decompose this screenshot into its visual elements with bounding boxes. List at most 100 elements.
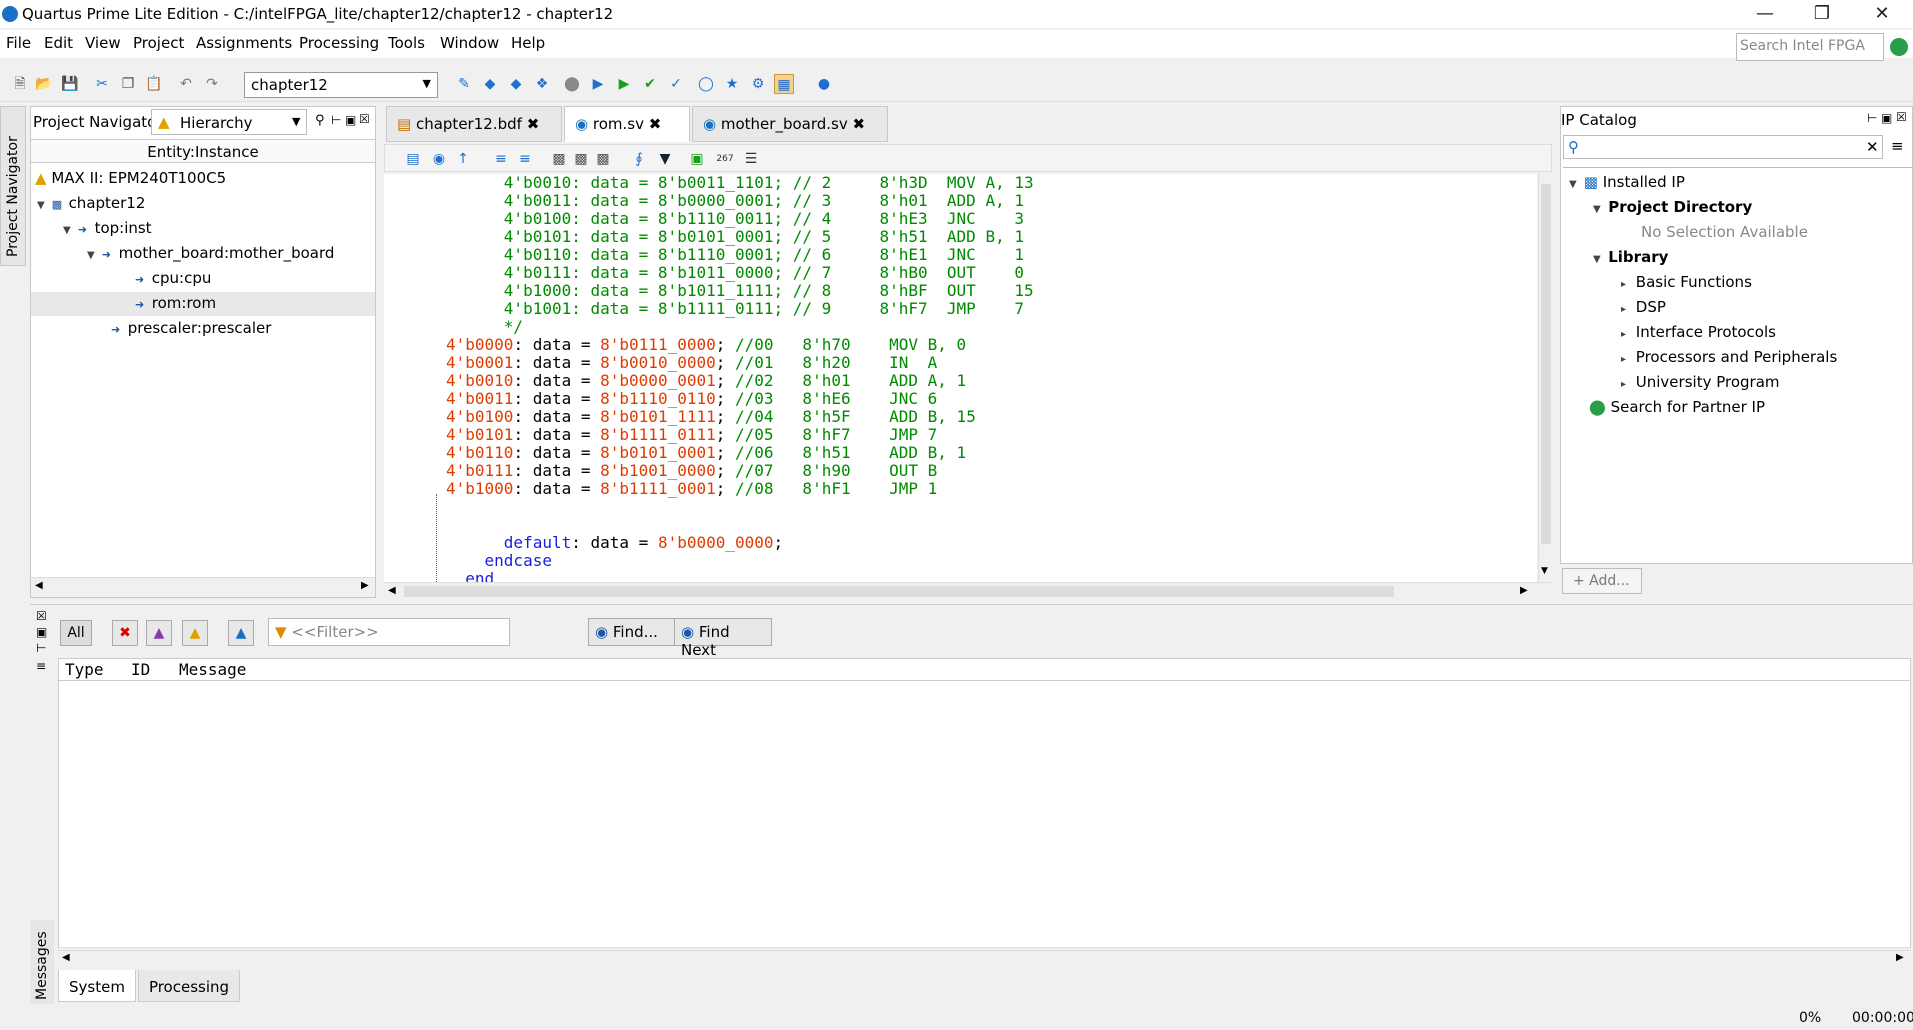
clear-search-icon[interactable]: ✕ xyxy=(1866,138,1879,156)
rtl-viewer-icon[interactable]: ★ xyxy=(722,74,742,94)
timing-analyzer-icon[interactable]: ◯ xyxy=(696,74,716,94)
messages-horizontal-scrollbar[interactable]: ◀ ▶ xyxy=(58,950,1911,966)
ip-search-input[interactable]: ⚲ ✕ xyxy=(1563,135,1883,159)
pin-icon[interactable]: ⊢ xyxy=(36,641,46,655)
find-button[interactable]: ◉ Find... xyxy=(588,618,684,646)
nav-horizontal-scrollbar[interactable]: ◀ ▶ xyxy=(31,577,375,597)
elaboration-icon[interactable]: ◆ xyxy=(506,74,526,94)
find-next-button[interactable]: ◉ Find Next xyxy=(674,618,772,659)
tab-processing[interactable]: Processing xyxy=(138,970,240,1002)
open-icon[interactable]: 📂 xyxy=(34,74,54,94)
save-icon[interactable]: 💾 xyxy=(60,74,80,94)
close-pane-icon[interactable]: ☒ xyxy=(359,112,370,126)
filter-critical-warning-icon[interactable]: ▲ xyxy=(146,620,172,646)
editor-vertical-scrollbar[interactable]: ▼ xyxy=(1538,174,1552,582)
menu-help[interactable]: Help xyxy=(511,34,545,52)
pin-icon[interactable]: ⊢ xyxy=(1867,111,1877,125)
new-file-icon[interactable]: 🗎 xyxy=(10,74,30,94)
close-window-icon[interactable]: ✕ xyxy=(1862,2,1902,26)
minimize-icon[interactable]: — xyxy=(1745,2,1785,26)
code-editor[interactable]: 4'b0010: data = 8'b0011_1101; // 2 8'h3D… xyxy=(384,174,1537,582)
filter-error-icon[interactable]: ✖ xyxy=(112,620,138,646)
tree-installed-ip[interactable]: ▼ ▩ Installed IP xyxy=(1569,173,1685,191)
filter-info-icon[interactable]: ▲ xyxy=(228,620,254,646)
tree-item-chapter12[interactable]: ▼ ▩ chapter12 xyxy=(37,194,145,212)
tree-interface-protocols[interactable]: ▸ Interface Protocols xyxy=(1621,323,1776,341)
line-numbers-icon[interactable]: 267 xyxy=(715,149,735,169)
tree-item-mother-board[interactable]: ▼ ➜ mother_board:mother_board xyxy=(87,244,334,262)
ip-catalog-icon[interactable]: ▦ xyxy=(774,74,794,94)
search-icon[interactable]: ⚲ xyxy=(315,113,325,128)
tree-processors-peripherals[interactable]: ▸ Processors and Peripherals xyxy=(1621,348,1837,366)
col-id[interactable]: ID xyxy=(131,660,150,679)
word-wrap-icon[interactable]: ☰ xyxy=(741,149,761,169)
menu-project[interactable]: Project xyxy=(133,34,184,52)
menu-assignments[interactable]: Assignments xyxy=(196,34,292,52)
find-binoculars-icon[interactable]: ◉ xyxy=(429,149,449,169)
tree-university-program[interactable]: ▸ University Program xyxy=(1621,373,1780,391)
indent-icon[interactable]: ≡ xyxy=(491,149,511,169)
analysis-synthesis-icon[interactable]: ▶ xyxy=(614,74,634,94)
goto-line-icon[interactable]: ↑ xyxy=(453,149,473,169)
editor-horizontal-scrollbar[interactable]: ◀ ▶ xyxy=(384,582,1552,600)
tab-chapter12-bdf[interactable]: ▤ chapter12.bdf ✖ xyxy=(386,106,562,142)
assembler-icon[interactable]: ✓ xyxy=(666,74,686,94)
filter-all-button[interactable]: All xyxy=(60,620,92,646)
restore-icon[interactable]: ❐ xyxy=(1802,2,1842,26)
project-navigator-side-tab[interactable]: Project Navigator xyxy=(0,106,26,266)
scroll-left-icon[interactable]: ◀ xyxy=(388,585,396,596)
search-intel-fpga-input[interactable]: Search Intel FPGA xyxy=(1736,33,1884,61)
chat-icon[interactable]: ● xyxy=(814,74,834,94)
tree-basic-functions[interactable]: ▸ Basic Functions xyxy=(1621,273,1752,291)
scroll-right-icon[interactable]: ▶ xyxy=(1896,952,1904,963)
prev-bookmark-icon[interactable]: ▩ xyxy=(593,149,613,169)
unindent-icon[interactable]: ≡ xyxy=(515,149,535,169)
undo-icon[interactable]: ↶ xyxy=(176,74,196,94)
tree-item-top[interactable]: ▼ ➜ top:inst xyxy=(63,219,152,237)
paste-icon[interactable]: 📋 xyxy=(144,74,164,94)
tree-library[interactable]: ▼ Library xyxy=(1593,248,1668,266)
analysis-icon[interactable]: ◆ xyxy=(480,74,500,94)
close-tab-icon[interactable]: ✖ xyxy=(527,115,540,133)
close-tab-icon[interactable]: ✖ xyxy=(853,115,866,133)
float-icon[interactable]: ▣ xyxy=(345,113,356,127)
scroll-right-icon[interactable]: ▶ xyxy=(361,580,369,591)
messages-side-tab[interactable]: Messages xyxy=(30,920,54,1004)
menu-edit[interactable]: Edit xyxy=(44,34,73,52)
scroll-left-icon[interactable]: ◀ xyxy=(35,580,43,591)
tree-partner-ip[interactable]: ⬤ Search for Partner IP xyxy=(1589,398,1765,416)
pin-icon[interactable]: ⊢ xyxy=(331,113,341,127)
close-tab-icon[interactable]: ✖ xyxy=(649,115,662,133)
tree-dsp[interactable]: ▸ DSP xyxy=(1621,298,1666,316)
tab-mother-board-sv[interactable]: ◉ mother_board.sv ✖ xyxy=(692,106,888,142)
open-file-icon[interactable]: ▤ xyxy=(403,149,423,169)
project-combo[interactable]: chapter12 ▼ xyxy=(244,72,438,98)
copy-icon[interactable]: ❐ xyxy=(118,74,138,94)
scroll-left-icon[interactable]: ◀ xyxy=(62,952,70,963)
menu-file[interactable]: File xyxy=(6,34,31,52)
synthesis-icon[interactable]: ❖ xyxy=(532,74,552,94)
globe-icon[interactable] xyxy=(1890,38,1908,56)
ip-add-button[interactable]: + Add... xyxy=(1562,568,1642,594)
menu-lines-icon[interactable]: ≡ xyxy=(1891,137,1904,155)
col-type[interactable]: Type xyxy=(65,660,104,679)
scroll-thumb[interactable] xyxy=(1541,184,1551,544)
stop-icon[interactable]: ⬤ xyxy=(562,74,582,94)
hierarchy-dropdown[interactable]: ▲ Hierarchy ▼ xyxy=(151,109,307,135)
close-pane-icon[interactable]: ☒ xyxy=(1896,110,1907,124)
menu-processing[interactable]: Processing xyxy=(299,34,379,52)
fitter-icon[interactable]: ✔ xyxy=(640,74,660,94)
scroll-right-icon[interactable]: ▶ xyxy=(1520,585,1528,596)
tree-item-cpu[interactable]: ➜ cpu:cpu xyxy=(135,269,211,287)
next-bookmark-icon[interactable]: ▩ xyxy=(571,149,591,169)
float-icon[interactable]: ▣ xyxy=(36,625,47,639)
tree-item-prescaler[interactable]: ➜ prescaler:prescaler xyxy=(111,319,271,337)
tree-item-rom[interactable]: ➜ rom:rom xyxy=(31,292,375,316)
cut-icon[interactable]: ✂ xyxy=(92,74,112,94)
device-row[interactable]: ▲ MAX II: EPM240T100C5 xyxy=(35,169,226,187)
comment-icon[interactable]: ∮ xyxy=(629,149,649,169)
menu-lines-icon[interactable]: ≡ xyxy=(36,659,46,673)
column-header[interactable]: Entity:Instance xyxy=(31,139,375,163)
bookmark-icon[interactable]: ▩ xyxy=(549,149,569,169)
tree-project-directory[interactable]: ▼ Project Directory xyxy=(1593,198,1752,216)
